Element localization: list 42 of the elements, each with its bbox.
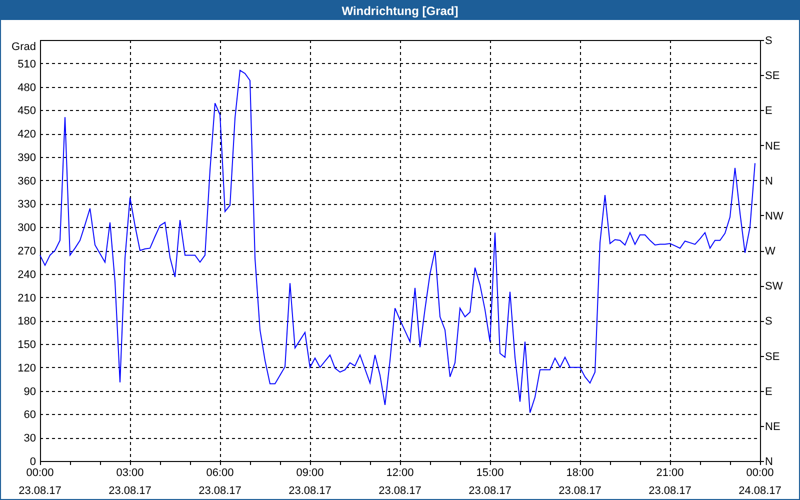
axis-tick-label: 390 xyxy=(18,152,36,164)
compass-label: SE xyxy=(765,350,780,363)
compass-label: S xyxy=(765,35,772,47)
compass-label: W xyxy=(765,246,776,258)
axis-tick-label: 420 xyxy=(18,128,36,141)
compass-label: SE xyxy=(765,70,780,82)
axis-tick-label: 330 xyxy=(18,198,36,211)
axis-tick-label: 03:00 23.08.17 xyxy=(108,466,152,499)
compass-label: E xyxy=(765,386,772,398)
axis-tick-label: 09:00 23.08.17 xyxy=(288,466,332,499)
axis-tick-label: 00:00 24.08.17 xyxy=(738,466,782,499)
compass-label: S xyxy=(765,316,772,328)
axis-tick-label: 210 xyxy=(18,292,36,304)
compass-label: NW xyxy=(765,210,784,222)
axis-label: Grad xyxy=(12,41,36,53)
axis-tick-label: 18:00 23.08.17 xyxy=(558,466,602,499)
compass-label: N xyxy=(765,175,773,188)
axis-tick-label: 15:00 23.08.17 xyxy=(468,466,512,499)
axis-tick-label: 300 xyxy=(18,222,36,234)
window-title: Windrichtung [Grad] xyxy=(342,4,458,18)
axis-tick-label: 480 xyxy=(18,82,36,94)
axis-tick-label: 30 xyxy=(24,432,36,445)
axis-tick-label: 150 xyxy=(18,339,36,352)
axis-tick-label: 0 xyxy=(30,456,36,468)
compass-label: NE xyxy=(765,140,780,152)
axis-tick-label: 06:00 23.08.17 xyxy=(198,466,242,499)
axis-tick-label: 120 xyxy=(18,362,36,374)
compass-label: NE xyxy=(765,420,780,433)
axis-tick-label: 270 xyxy=(18,246,36,258)
axis-tick-label: 21:00 23.08.17 xyxy=(648,466,692,499)
axis-tick-label: 60 xyxy=(24,409,36,422)
compass-label: E xyxy=(765,105,772,118)
compass-label: SW xyxy=(765,280,783,293)
axis-tick-label: 12:00 23.08.17 xyxy=(378,466,422,499)
axis-tick-label: 360 xyxy=(18,175,36,188)
axis-tick-label: 180 xyxy=(18,316,36,328)
compass-label: N xyxy=(765,456,773,468)
axis-tick-label: 510 xyxy=(18,58,36,70)
axis-tick-label: 240 xyxy=(18,268,36,281)
axis-tick-label: 90 xyxy=(24,386,36,398)
axis-tick-label: 00:00 23.08.17 xyxy=(18,466,62,499)
axis-tick-label: 450 xyxy=(18,105,36,118)
